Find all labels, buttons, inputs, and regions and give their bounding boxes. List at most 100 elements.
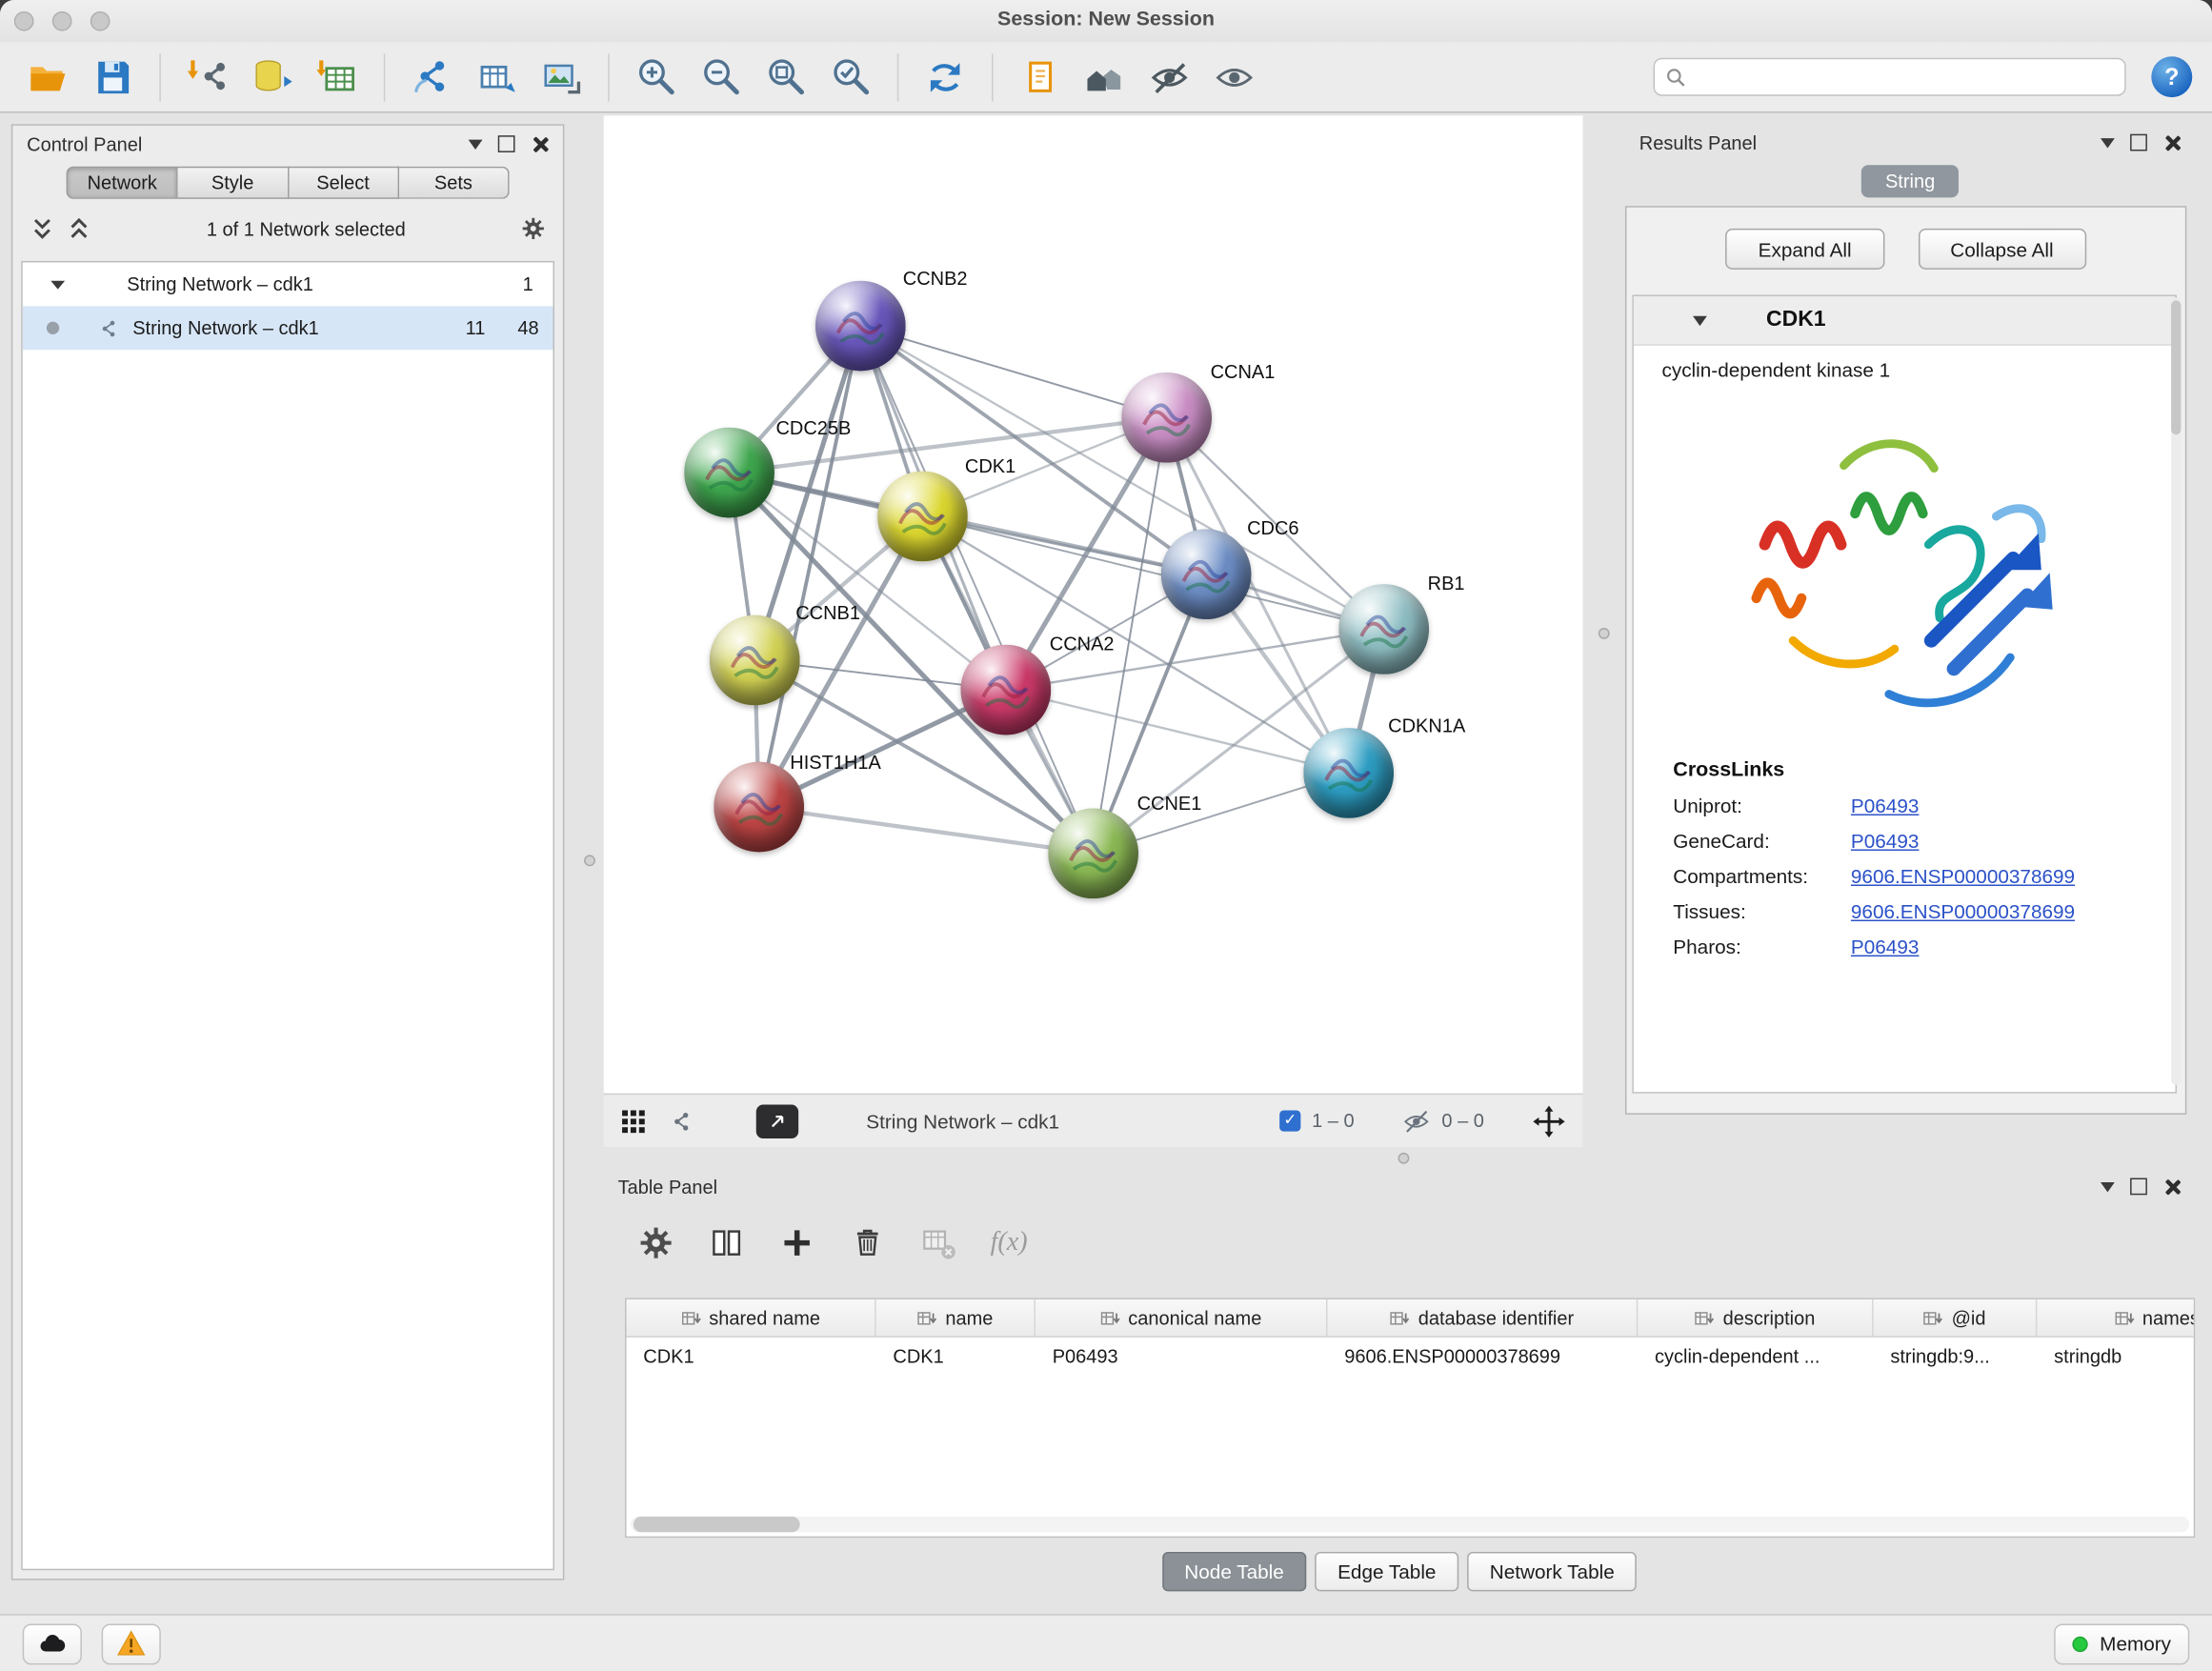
zoom-out-button[interactable] <box>693 49 749 105</box>
close-panel-icon[interactable] <box>2162 1178 2181 1196</box>
right-splitter-handle[interactable] <box>1599 628 1610 639</box>
warnings-button[interactable] <box>102 1623 161 1664</box>
import-network-database-button[interactable] <box>244 49 300 105</box>
save-session-button[interactable] <box>85 49 141 105</box>
network-node-ccna1[interactable] <box>1121 372 1212 463</box>
expand-all-icon[interactable] <box>67 216 92 242</box>
tab-network[interactable]: Network <box>67 167 178 199</box>
string-tab[interactable]: String <box>1861 165 1960 197</box>
table-cell[interactable]: CDK1 <box>876 1338 1036 1376</box>
crosslink-link[interactable]: 9606.ENSP00000378699 <box>1851 900 2075 923</box>
network-node-cdc25b[interactable] <box>684 428 774 518</box>
network-node-ccna2[interactable] <box>960 645 1051 735</box>
collapse-all-button[interactable]: Collapse All <box>1918 229 2085 270</box>
zoom-selected-button[interactable] <box>822 49 878 105</box>
delete-column-icon[interactable] <box>849 1224 886 1261</box>
table-cell[interactable]: CDK1 <box>627 1338 876 1376</box>
network-node-hist1h1a[interactable] <box>714 762 804 853</box>
network-node-cdk1[interactable] <box>877 472 968 562</box>
table-options-gear-icon[interactable] <box>637 1224 674 1261</box>
results-scrollbar-thumb[interactable] <box>2171 300 2181 434</box>
tab-sets[interactable]: Sets <box>399 167 510 199</box>
tab-edge-table[interactable]: Edge Table <box>1315 1552 1458 1591</box>
column-header-canonical-name[interactable]: canonical name <box>1036 1299 1328 1337</box>
apply-layout-button[interactable] <box>917 49 974 105</box>
close-panel-icon[interactable] <box>2162 133 2181 151</box>
float-panel-icon[interactable] <box>498 135 515 152</box>
network-node-rb1[interactable] <box>1338 584 1429 674</box>
tab-node-table[interactable]: Node Table <box>1162 1552 1307 1591</box>
show-graphics-details-button[interactable] <box>1206 49 1262 105</box>
close-panel-icon[interactable] <box>531 134 549 152</box>
memory-button[interactable]: Memory <box>2055 1623 2190 1664</box>
network-collection-row[interactable]: String Network – cdk1 1 <box>23 262 553 306</box>
float-panel-icon[interactable] <box>2130 134 2147 151</box>
column-header-name[interactable]: name <box>876 1299 1036 1337</box>
export-image-button[interactable] <box>533 49 590 105</box>
network-row[interactable]: String Network – cdk1 11 48 <box>23 306 553 350</box>
table-hscrollbar-thumb[interactable] <box>633 1517 800 1532</box>
open-document-button[interactable] <box>1012 49 1068 105</box>
zoom-in-button[interactable] <box>628 49 684 105</box>
panel-menu-icon[interactable] <box>469 139 483 149</box>
expand-all-button[interactable]: Expand All <box>1726 229 1884 270</box>
crosslink-link[interactable]: 9606.ENSP00000378699 <box>1851 865 2075 888</box>
network-node-cdkn1a[interactable] <box>1303 728 1394 818</box>
cloud-status-button[interactable] <box>23 1623 82 1664</box>
left-splitter-handle[interactable] <box>584 855 595 866</box>
zoom-fit-button[interactable] <box>757 49 814 105</box>
crosslink-link[interactable]: P06493 <box>1851 830 1919 853</box>
table-cell[interactable]: cyclin-dependent ... <box>1638 1338 1873 1376</box>
home-button[interactable] <box>1076 49 1133 105</box>
network-node-cdc6[interactable] <box>1161 529 1252 619</box>
pan-move-icon[interactable] <box>1532 1104 1566 1138</box>
network-node-ccne1[interactable] <box>1048 809 1138 899</box>
network-node-ccnb1[interactable] <box>710 615 800 706</box>
show-columns-icon[interactable] <box>708 1224 745 1261</box>
table-cell[interactable]: stringdb:9... <box>1874 1338 2038 1376</box>
network-canvas[interactable]: CCNB2CCNA1CDC25BCDK1CDC6RB1CCNB1CCNA2CDK… <box>604 115 1583 1093</box>
panel-menu-icon[interactable] <box>2101 137 2115 147</box>
network-view-icon[interactable] <box>669 1108 694 1134</box>
birdseye-view-button[interactable] <box>756 1104 798 1138</box>
panel-menu-icon[interactable] <box>2101 1181 2115 1191</box>
column-header-shared-name[interactable]: shared name <box>627 1299 876 1337</box>
results-panel-title: Results Panel <box>1639 131 1757 152</box>
network-node-ccnb2[interactable] <box>815 281 906 372</box>
home-icon <box>1083 55 1125 97</box>
gene-card-header[interactable]: CDK1 <box>1634 296 2176 346</box>
table-cell[interactable]: 9606.ENSP00000378699 <box>1327 1338 1638 1376</box>
protein-thumbnail <box>1161 529 1252 619</box>
new-network-button[interactable] <box>404 49 460 105</box>
float-panel-icon[interactable] <box>2130 1178 2147 1196</box>
import-network-file-button[interactable] <box>179 49 235 105</box>
table-hscrollbar-track[interactable] <box>631 1517 2189 1532</box>
column-header--id[interactable]: @id <box>1874 1299 2038 1337</box>
tab-style[interactable]: Style <box>178 167 289 199</box>
tab-network-table[interactable]: Network Table <box>1467 1552 1637 1591</box>
collapse-all-icon[interactable] <box>30 216 55 242</box>
new-network-from-table-button[interactable] <box>469 49 525 105</box>
grid-view-icon[interactable] <box>621 1108 647 1134</box>
help-button[interactable]: ? <box>2151 56 2192 97</box>
column-header-namespace[interactable]: namespace <box>2037 1299 2195 1337</box>
selected-checkbox[interactable]: ✓ <box>1279 1110 1300 1131</box>
add-column-icon[interactable] <box>778 1224 815 1261</box>
horizontal-splitter-handle[interactable] <box>1398 1153 1410 1164</box>
open-session-button[interactable] <box>20 49 76 105</box>
crosslink-link[interactable]: P06493 <box>1851 795 1919 817</box>
expand-collapse-icon[interactable] <box>50 280 65 289</box>
hide-annotations-button[interactable] <box>1141 49 1197 105</box>
tab-select[interactable]: Select <box>289 167 399 199</box>
column-header-database-identifier[interactable]: database identifier <box>1327 1299 1638 1337</box>
column-header-description[interactable]: description <box>1638 1299 1873 1337</box>
table-cell[interactable]: stringdb <box>2037 1338 2195 1376</box>
hidden-eye-icon[interactable] <box>1402 1107 1431 1136</box>
table-row[interactable]: CDK1CDK1P064939606.ENSP00000378699cyclin… <box>627 1338 2194 1376</box>
search-input[interactable] <box>1695 65 2114 89</box>
network-options-gear-icon[interactable] <box>520 216 546 242</box>
collapse-gene-icon[interactable] <box>1693 315 1707 325</box>
crosslink-link[interactable]: P06493 <box>1851 936 1919 958</box>
import-table-file-button[interactable] <box>309 49 365 105</box>
table-cell[interactable]: P06493 <box>1036 1338 1328 1376</box>
